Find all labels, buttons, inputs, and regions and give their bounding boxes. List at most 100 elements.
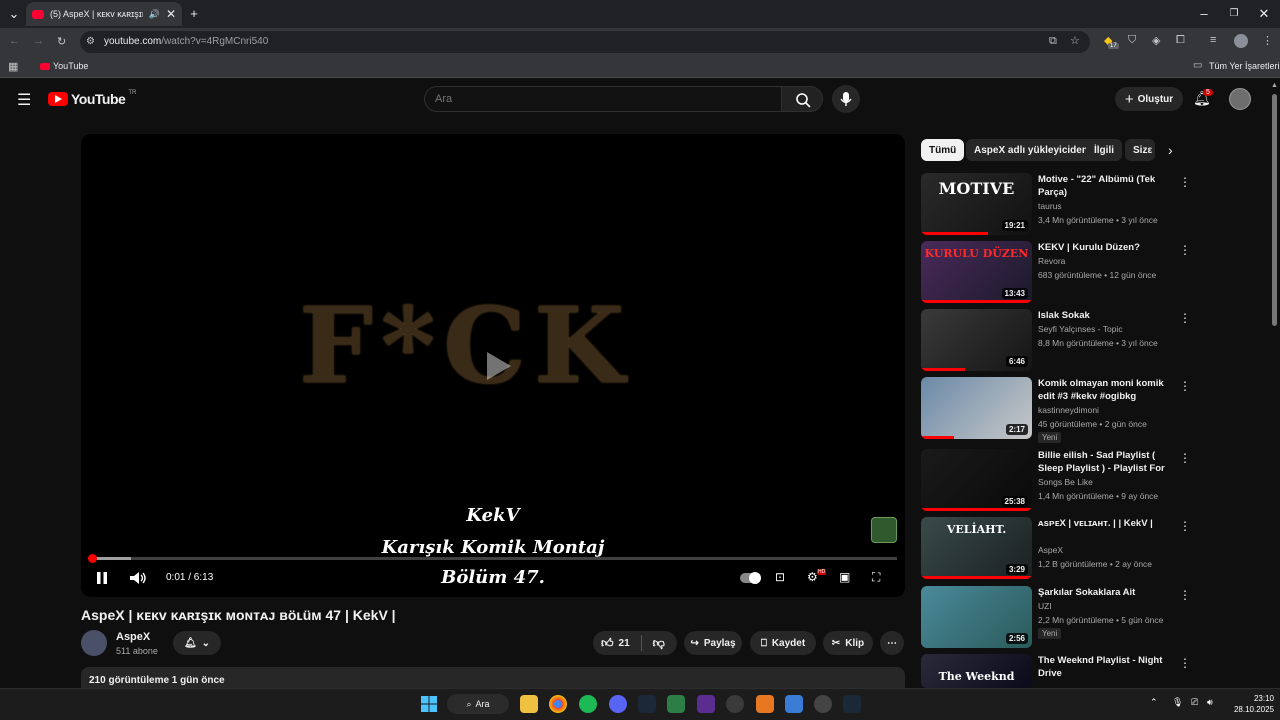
recommendation-channel[interactable]: taurus — [1038, 201, 1062, 211]
clip-button[interactable]: ✂ Klip — [823, 631, 873, 655]
recommendation-channel[interactable]: Seyfi Yalçınses - Topic — [1038, 324, 1123, 334]
recommendation-thumbnail[interactable]: KURULU DÜZEN 13:43 — [921, 241, 1032, 303]
chip-all[interactable]: Tümü — [921, 139, 965, 161]
recommendation-thumbnail[interactable]: The Weeknd — [921, 654, 1032, 688]
recommendation-channel[interactable]: AspeX — [1038, 545, 1063, 555]
discord-icon[interactable] — [609, 695, 627, 713]
recommendation-thumbnail[interactable]: 2:56 — [921, 586, 1032, 648]
recommendation-item[interactable]: KURULU DÜZEN 13:43 KEKV | Kurulu Düzen? Rev… — [921, 241, 1191, 305]
recommendation-more-icon[interactable]: ⋮ — [1179, 588, 1191, 602]
share-button[interactable]: ↪ Paylaş — [684, 631, 742, 655]
progress-scrubber[interactable] — [88, 554, 97, 563]
shield-extension-icon[interactable]: ⛉ — [1128, 34, 1136, 47]
recommendation-title[interactable]: The Weeknd Playlist - Night Drive — [1038, 654, 1178, 680]
recommendation-item[interactable]: VELİAHT. 3:29 ᴀsᴘᴇX | ᴠᴇʟɪᴀʜᴛ. | | KekV | A… — [921, 517, 1191, 581]
autoplay-toggle[interactable] — [740, 572, 761, 584]
recommendation-more-icon[interactable]: ⋮ — [1179, 379, 1191, 393]
browser-menu-icon[interactable]: ⋮ — [1262, 34, 1273, 47]
recommendation-channel[interactable]: kastinneydimoni — [1038, 405, 1099, 415]
taskbar-clock[interactable]: 23:10 28.10.2025 — [1224, 693, 1274, 715]
save-button[interactable]: ⎕ Kaydet — [750, 631, 816, 655]
recommendation-item[interactable]: The Weeknd The Weeknd Playlist - Night Dr… — [921, 654, 1191, 688]
install-app-icon[interactable]: ⧉ — [1049, 35, 1057, 48]
channel-watermark[interactable] — [871, 517, 897, 543]
recommendation-more-icon[interactable]: ⋮ — [1179, 175, 1191, 189]
tray-chevron-icon[interactable]: ⌃ — [1150, 697, 1158, 708]
recommendation-item[interactable]: 6:46 Islak Sokak Seyfi Yalçınses - Topic 8,… — [921, 309, 1191, 373]
diamond-extension-icon[interactable]: ◈ — [1152, 34, 1160, 47]
back-icon[interactable]: ← — [9, 35, 20, 47]
app-green-icon[interactable] — [667, 695, 685, 713]
chip-for-you[interactable]: Sizε — [1125, 139, 1155, 161]
video-player[interactable]: F*CK KekV Karışık Komik Montaj Bölüm 47.… — [81, 134, 905, 597]
voice-search-button[interactable] — [832, 85, 860, 113]
account-avatar[interactable] — [1229, 88, 1251, 110]
page-scrollbar-thumb[interactable] — [1272, 94, 1277, 326]
subtitles-icon[interactable]: ⊡ — [775, 570, 785, 584]
speaker-icon[interactable]: 🔊 — [149, 9, 160, 20]
recommendation-more-icon[interactable]: ⋮ — [1179, 311, 1191, 325]
tray-network-icon[interactable]: ⎚ — [1191, 697, 1198, 708]
search-button[interactable] — [781, 86, 823, 112]
recommendation-title[interactable]: KEKV | Kurulu Düzen? — [1038, 241, 1178, 254]
chip-from-uploader[interactable]: AspeX adlı yükleyiciden — [966, 139, 1096, 161]
recommendation-title[interactable]: Motive - "22" Albümü (Tek Parça) — [1038, 173, 1178, 199]
chip-related[interactable]: İlgili — [1086, 139, 1122, 161]
steam-secondary-icon[interactable] — [843, 695, 861, 713]
extensions-puzzle-icon[interactable]: ⧠ — [1176, 34, 1185, 47]
bookmark-star-icon[interactable]: ☆ — [1070, 34, 1080, 47]
fullscreen-icon[interactable]: ⛶ — [872, 570, 880, 585]
tray-volume-icon[interactable]: 🔊︎ — [1207, 697, 1213, 708]
hamburger-menu-icon[interactable]: ☰ — [17, 90, 31, 110]
recommendation-item[interactable]: 2:17 Komik olmayan moni komik edit #3 #ke… — [921, 377, 1191, 443]
recommendation-item[interactable]: 2:56 Şarkılar Sokaklara Ait UZI 2,2 Mn görü… — [921, 586, 1191, 650]
volume-icon[interactable] — [129, 571, 147, 585]
create-button[interactable]: + Oluştur — [1115, 87, 1183, 111]
recommendation-title[interactable]: Islak Sokak — [1038, 309, 1178, 322]
apps-grid-icon[interactable]: ▦ — [8, 60, 18, 73]
spotify-icon[interactable] — [579, 695, 597, 713]
file-explorer-icon[interactable] — [520, 695, 538, 713]
recommendation-channel[interactable]: Songs Be Like — [1038, 477, 1093, 487]
app-orange-icon[interactable] — [756, 695, 774, 713]
url-text[interactable]: youtube.com/watch?v=4RgMCnri540 — [104, 36, 268, 47]
restore-icon[interactable]: ❐ — [1222, 0, 1246, 28]
reload-icon[interactable]: ↻ — [57, 35, 66, 48]
chips-next-chevron-icon[interactable]: › — [1168, 142, 1173, 158]
search-input[interactable] — [424, 86, 782, 112]
like-count[interactable]: 21 — [619, 638, 630, 649]
miniplayer-icon[interactable]: ▣ — [839, 570, 850, 584]
youtube-logo[interactable]: YouTube TR — [48, 90, 136, 107]
bookmark-youtube[interactable]: YouTube — [53, 61, 88, 71]
recommendation-more-icon[interactable]: ⋮ — [1179, 243, 1191, 257]
more-actions-button[interactable]: ⋯ — [880, 631, 904, 655]
minimize-icon[interactable]: – — [1192, 0, 1216, 28]
recommendation-channel[interactable]: Revora — [1038, 256, 1065, 266]
recommendation-title[interactable]: Billie eilish - Sad Playlist ( Sleep Pla… — [1038, 449, 1178, 475]
like-icon[interactable]: 👍︎ — [601, 636, 614, 651]
recommendation-title[interactable]: Komik olmayan moni komik edit #3 #kekv #… — [1038, 377, 1178, 403]
recommendation-channel[interactable]: UZI — [1038, 601, 1052, 611]
recommendation-more-icon[interactable]: ⋮ — [1179, 519, 1191, 533]
recommendation-thumbnail[interactable]: 25:38 — [921, 449, 1032, 511]
pause-icon[interactable] — [95, 571, 109, 585]
dislike-icon[interactable]: 👎︎ — [653, 636, 665, 651]
tab-list-chevron-icon[interactable]: ⌄ — [2, 0, 26, 28]
profile-avatar-icon[interactable] — [1234, 34, 1248, 48]
browser-tab-active[interactable]: (5) AspeX | ᴋᴇᴋᴠ ᴋᴀʀɪşɪᴋ ᴍᴏɴᴛᴀᴊ 🔊 ✕ — [26, 2, 182, 26]
recommendation-thumbnail[interactable]: 6:46 — [921, 309, 1032, 371]
windows-start-icon[interactable] — [420, 695, 438, 713]
recommendation-title[interactable]: Şarkılar Sokaklara Ait — [1038, 586, 1178, 599]
app-circle-icon[interactable] — [726, 695, 744, 713]
subscription-bell-button[interactable]: 🔔︎ ⌄ — [173, 631, 221, 655]
site-info-icon[interactable]: ⚙ — [86, 36, 95, 47]
channel-name[interactable]: AspeX — [116, 631, 150, 643]
taskbar-search[interactable]: ⌕ Ara — [447, 694, 509, 714]
window-close-icon[interactable]: ✕ — [1252, 0, 1276, 28]
recommendation-item[interactable]: 25:38 Billie eilish - Sad Playlist ( Slee… — [921, 449, 1191, 513]
recommendation-title[interactable]: ᴀsᴘᴇX | ᴠᴇʟɪᴀʜᴛ. | | KekV | — [1038, 517, 1178, 530]
progress-bar[interactable] — [91, 557, 897, 560]
app-gray-icon[interactable] — [814, 695, 832, 713]
forward-icon[interactable]: → — [33, 35, 44, 47]
scroll-up-icon[interactable]: ▲ — [1271, 82, 1278, 89]
